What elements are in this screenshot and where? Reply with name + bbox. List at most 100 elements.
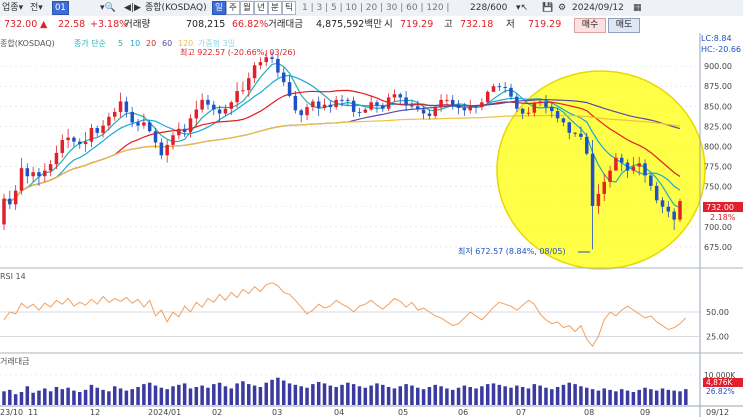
period-120[interactable]: 120 <box>426 3 443 13</box>
volume-bar-34 <box>200 385 204 405</box>
nav-arrows-icon[interactable]: ▾↖ <box>516 0 528 16</box>
candle-body-18 <box>107 116 111 126</box>
date-code-button[interactable]: 01 <box>52 1 69 15</box>
candle-body-96 <box>561 118 566 123</box>
candle-body-53 <box>311 101 315 108</box>
sell-button[interactable]: 매도 <box>608 18 640 33</box>
candle-body-35 <box>206 99 210 105</box>
volume-bar-46 <box>270 379 274 405</box>
tab-tick[interactable]: 틱 <box>282 1 296 15</box>
candle-body-93 <box>544 101 548 108</box>
candle-body-109 <box>637 163 641 167</box>
period-3[interactable]: 3 <box>317 3 323 13</box>
candle-body-69 <box>404 97 408 106</box>
settings-icon[interactable]: ⚙ <box>558 0 566 16</box>
period-dropdown[interactable]: 전▾ <box>30 0 43 16</box>
volume-bar-23 <box>136 387 140 405</box>
candle-body-21 <box>124 101 129 112</box>
x-tick-6: 04 <box>334 408 344 417</box>
volume-bar-91 <box>532 384 537 405</box>
volume-bar-82 <box>480 386 484 405</box>
candle-body-76 <box>445 99 449 101</box>
open-value: 719.29 <box>400 19 434 30</box>
volume-bar-83 <box>485 384 490 405</box>
prev-next-icon[interactable]: ◀|▶ <box>124 0 141 16</box>
volume-bar-115 <box>672 390 676 405</box>
volume-bar-75 <box>439 386 443 405</box>
tab-month[interactable]: 월 <box>240 1 254 15</box>
search-icon[interactable]: ▾🔍 <box>100 0 116 16</box>
volume-pct-tag: 26.82% <box>706 387 735 396</box>
save-icon[interactable]: 💾 <box>542 0 553 16</box>
rsi-label: RSI 14 <box>0 272 26 281</box>
x-tick-12: 09/12 <box>706 408 729 417</box>
rsi-tick-0: 50.00 <box>706 308 729 317</box>
buy-button[interactable]: 매수 <box>574 18 606 33</box>
price-tick-4: 800.00 <box>704 142 732 151</box>
period-5[interactable]: 5 <box>331 3 337 13</box>
period-buttons[interactable]: 1 | 3 | 5 | 10 | 20 | 30 | 60 | 120 | <box>302 0 449 16</box>
volume-bar-112 <box>654 390 659 405</box>
volume-bar-32 <box>188 388 193 405</box>
tab-minute[interactable]: 분 <box>268 1 282 15</box>
x-tick-5: 03 <box>272 408 282 417</box>
chart-toolbar: 업종▾ 전▾ 01 ▾🔍 ◀|▶ 종합(KOSDAQ) 일 주 월 년 분 틱 … <box>0 0 743 17</box>
tab-day[interactable]: 일 <box>212 1 226 15</box>
candle-body-66 <box>386 97 391 109</box>
candle-body-50 <box>293 95 298 111</box>
candle-body-89 <box>520 108 525 114</box>
volume-bar-39 <box>229 388 234 405</box>
tab-year[interactable]: 년 <box>254 1 268 15</box>
candle-body-94 <box>550 107 554 112</box>
period-30[interactable]: 30 <box>386 3 397 13</box>
price-chart[interactable]: 최고 922.57 (-20.66%, 03/26) 최저 672.57 (8.… <box>0 33 743 417</box>
legend-ma20: 20 <box>146 39 156 48</box>
count-field[interactable]: 228/600 <box>470 0 507 16</box>
period-60[interactable]: 60 <box>406 3 417 13</box>
volume-bar-84 <box>491 383 496 405</box>
volume-bar-67 <box>392 388 397 405</box>
candle-body-49 <box>287 82 292 96</box>
volume-bar-33 <box>194 387 199 405</box>
market-name[interactable]: 종합(KOSDAQ) <box>145 0 207 16</box>
volume-bar-85 <box>497 384 502 405</box>
volume-bar-52 <box>305 387 309 405</box>
candle-body-25 <box>147 122 152 132</box>
candle-body-113 <box>660 200 665 207</box>
candle-body-4 <box>25 168 30 177</box>
volume-bar-53 <box>311 384 315 405</box>
volume-bar-97 <box>567 382 572 405</box>
x-tick-1: 11 <box>28 408 38 417</box>
period-1[interactable]: 1 <box>302 3 308 13</box>
volume-bar-111 <box>649 389 653 405</box>
volume-bar-20 <box>118 388 123 405</box>
high-change-label: HC:-20.66 <box>701 45 741 54</box>
candle-body-7 <box>43 170 47 177</box>
volume-bar-68 <box>398 386 403 405</box>
period-10[interactable]: 10 <box>346 3 357 13</box>
date-field[interactable]: 2024/09/12 <box>572 0 624 16</box>
volume-bar-94 <box>550 389 554 405</box>
candle-body-110 <box>643 163 647 176</box>
volume-bar-60 <box>351 384 356 405</box>
volume-bar-36 <box>212 384 216 405</box>
volume-label: 거래량 <box>124 19 151 30</box>
period-20[interactable]: 20 <box>366 3 377 13</box>
volume-bar-107 <box>625 390 630 405</box>
candle-body-24 <box>142 122 146 126</box>
legend-ma5: 5 <box>118 39 123 48</box>
candle-body-42 <box>247 78 251 91</box>
x-tick-7: 05 <box>398 408 408 417</box>
price-tick-5: 775.00 <box>704 163 732 172</box>
sector-dropdown[interactable]: 업종▾ <box>2 0 23 16</box>
candle-body-97 <box>567 122 572 133</box>
volume-bar-64 <box>375 383 379 405</box>
volume-bar-29 <box>171 386 175 405</box>
candle-body-79 <box>462 107 467 111</box>
tab-week[interactable]: 주 <box>226 1 240 15</box>
volume-bar-74 <box>433 384 437 405</box>
candle-body-84 <box>491 86 496 92</box>
chart-window: 업종▾ 전▾ 01 ▾🔍 ◀|▶ 종합(KOSDAQ) 일 주 월 년 분 틱 … <box>0 0 743 417</box>
calendar-icon[interactable]: ▦ <box>633 0 642 16</box>
candle-body-62 <box>363 109 368 113</box>
